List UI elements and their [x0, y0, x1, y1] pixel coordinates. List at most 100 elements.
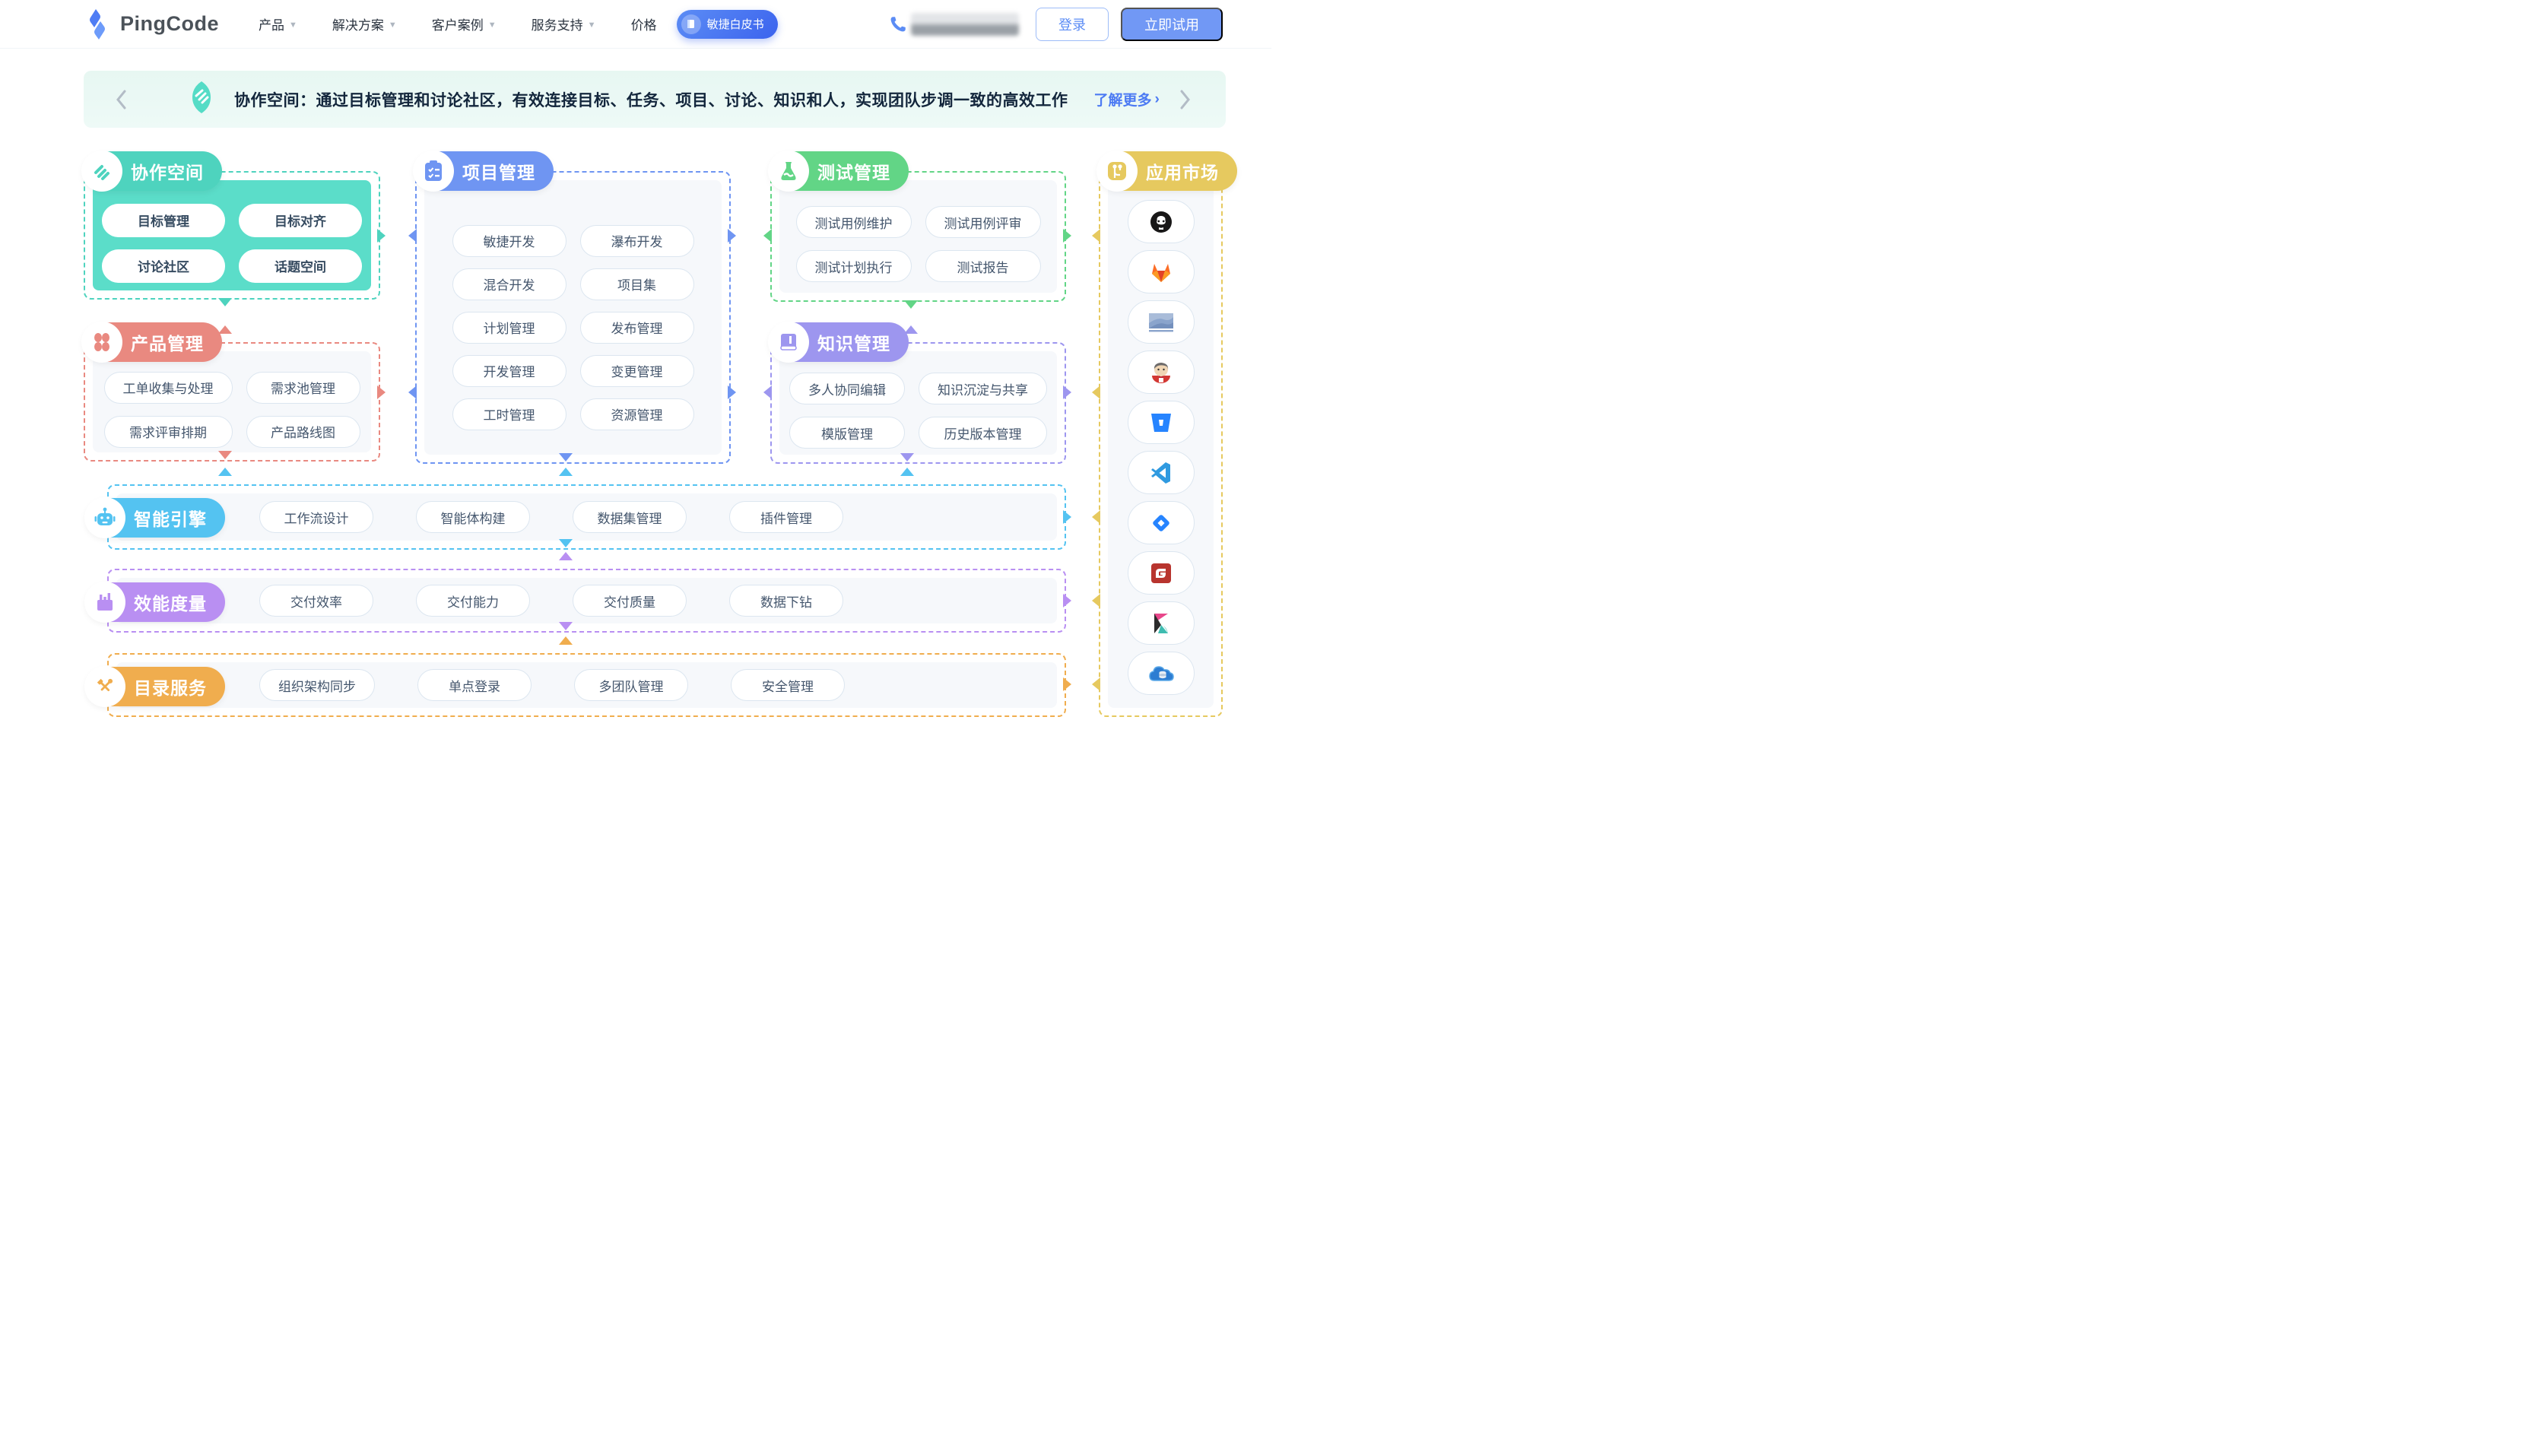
vscode-icon	[1150, 462, 1173, 484]
feature-pill: 组织架构同步	[259, 669, 375, 701]
feature-pill: 数据下钻	[729, 585, 843, 617]
connector-arrow-up	[559, 552, 573, 560]
gitlab-icon	[1149, 261, 1173, 284]
feature-pill: 测试用例评审	[925, 206, 1041, 238]
connector-arrow-down	[218, 298, 232, 306]
module-metrics-header: 效能度量	[85, 582, 225, 622]
subversion-icon	[1148, 312, 1174, 332]
feature-pill: 工单收集与处理	[104, 372, 233, 404]
git-branch-icon	[1096, 151, 1138, 192]
cloud-database-icon	[1148, 664, 1174, 684]
jira-icon	[1150, 512, 1173, 535]
feature-pill: 产品路线图	[246, 416, 360, 448]
pingcode-product-page: PingCode 产品▼ 解决方案▼ 客户案例▼ 服务支持▼ 价格 敏捷白皮书	[0, 0, 1271, 728]
module-test-panel: 测试用例维护测试用例评审测试计划执行测试报告	[779, 180, 1057, 293]
clover-icon	[81, 322, 122, 363]
chevron-down-icon: ▼	[588, 21, 596, 30]
module-project-header: 项目管理	[414, 151, 554, 191]
app-pill-gitlab	[1128, 250, 1195, 293]
connector-arrow-right	[1063, 510, 1071, 524]
app-pill-jenkins	[1128, 351, 1195, 394]
module-project: 项目管理 敏捷开发瀑布开发混合开发项目集计划管理发布管理开发管理变更管理工时管理…	[415, 171, 731, 464]
banner-next-button[interactable]	[1173, 90, 1198, 109]
connector-arrow-right	[728, 229, 736, 243]
app-pill-kibana	[1128, 601, 1195, 645]
gitee-icon	[1150, 563, 1172, 584]
feature-pill: 开发管理	[452, 355, 566, 387]
feature-pill: 安全管理	[731, 669, 845, 701]
feature-pill: 历史版本管理	[919, 417, 1047, 449]
banner-prev-button[interactable]	[108, 90, 134, 109]
feature-pill: 智能体构建	[416, 501, 530, 533]
connector-arrow-down	[218, 451, 232, 459]
kibana-icon	[1151, 612, 1171, 635]
nav-actions: 登录 立即试用	[888, 8, 1223, 41]
feature-pill: 交付质量	[573, 585, 687, 617]
module-knowledge-panel: 多人协同编辑知识沉淀与共享模版管理历史版本管理	[779, 351, 1057, 455]
feature-pill: 话题空间	[239, 249, 362, 283]
github-icon	[1149, 210, 1173, 234]
connector-arrow-left	[1092, 510, 1100, 524]
menu-item-support[interactable]: 服务支持▼	[532, 14, 596, 33]
menu-item-pricing[interactable]: 价格	[631, 14, 657, 33]
module-collaboration-panel: 目标管理目标对齐讨论社区话题空间	[93, 180, 371, 290]
connector-arrow-left	[763, 229, 772, 243]
feature-pill: 需求评审排期	[104, 416, 233, 448]
handshake-icon	[81, 151, 122, 192]
book-icon	[768, 322, 809, 363]
module-directory-header: 目录服务	[85, 667, 225, 706]
feature-pill: 交付能力	[416, 585, 530, 617]
feature-pill: 目标对齐	[239, 204, 362, 237]
module-collaboration-header: 协作空间	[82, 151, 222, 191]
module-test-header: 测试管理	[769, 151, 909, 191]
banner-title: 协作空间：通过目标管理和讨论社区，有效连接目标、任务、项目、讨论、知识和人，实现…	[234, 88, 1068, 111]
module-marketplace-header: 应用市场	[1097, 151, 1237, 191]
feature-pill: 测试报告	[925, 250, 1041, 282]
login-button[interactable]: 登录	[1036, 8, 1109, 41]
bitbucket-icon	[1150, 412, 1173, 433]
menu-item-solutions[interactable]: 解决方案▼	[332, 14, 397, 33]
feature-pill: 单点登录	[417, 669, 532, 701]
chevron-down-icon: ▼	[289, 21, 297, 30]
feature-pill: 项目集	[580, 268, 694, 300]
chevron-down-icon: ▼	[488, 21, 497, 30]
connector-arrow-left	[763, 385, 772, 399]
menu-item-customers[interactable]: 客户案例▼	[432, 14, 497, 33]
menu-item-products[interactable]: 产品▼	[259, 14, 297, 33]
connector-arrow-right	[728, 385, 736, 399]
banner-learn-more-link[interactable]: 了解更多›	[1094, 89, 1160, 109]
bar-chart-icon	[84, 582, 125, 623]
connector-arrow-up	[900, 468, 914, 476]
connector-arrow-right	[1063, 385, 1071, 399]
module-metrics-panel: 交付效率交付能力交付质量数据下钻	[116, 578, 1057, 623]
connector-arrow-right	[377, 229, 386, 243]
product-architecture-diagram: 协作空间 目标管理目标对齐讨论社区话题空间 产品管理 工单收集与处理需求池管理需…	[0, 150, 1271, 728]
feature-pill: 工作流设计	[259, 501, 373, 533]
connector-arrow-right	[1063, 229, 1071, 243]
feature-pill: 发布管理	[580, 312, 694, 344]
feature-pill: 数据集管理	[573, 501, 687, 533]
connector-arrow-down	[559, 453, 573, 462]
handshake-icon	[184, 80, 219, 119]
module-knowledge-header: 知识管理	[769, 322, 909, 362]
module-ai-engine-header: 智能引擎	[85, 498, 225, 538]
feature-pill: 工时管理	[452, 398, 566, 430]
feature-pill: 知识沉淀与共享	[919, 373, 1047, 404]
module-product-panel: 工单收集与处理需求池管理需求评审排期产品路线图	[93, 351, 371, 452]
connector-arrow-left	[408, 385, 417, 399]
app-pill-vscode	[1128, 451, 1195, 494]
pingcode-logo[interactable]: PingCode	[84, 8, 219, 40]
jenkins-icon	[1150, 360, 1173, 385]
top-navigation: PingCode 产品▼ 解决方案▼ 客户案例▼ 服务支持▼ 价格 敏捷白皮书	[0, 0, 1271, 49]
feature-pill: 目标管理	[102, 204, 225, 237]
module-directory: 目录服务 组织架构同步单点登录多团队管理安全管理	[107, 653, 1066, 717]
feature-pill: 多人协同编辑	[789, 373, 905, 404]
feature-pill: 插件管理	[729, 501, 843, 533]
app-pill-gitee	[1128, 551, 1195, 595]
contact-phone	[888, 13, 1019, 36]
module-directory-panel: 组织架构同步单点登录多团队管理安全管理	[116, 662, 1057, 708]
try-now-button[interactable]: 立即试用	[1121, 8, 1223, 41]
agile-whitepaper-badge[interactable]: 敏捷白皮书	[677, 10, 778, 39]
marketplace-app-list	[1108, 180, 1214, 708]
feature-banner: 协作空间：通过目标管理和讨论社区，有效连接目标、任务、项目、讨论、知识和人，实现…	[84, 71, 1226, 128]
